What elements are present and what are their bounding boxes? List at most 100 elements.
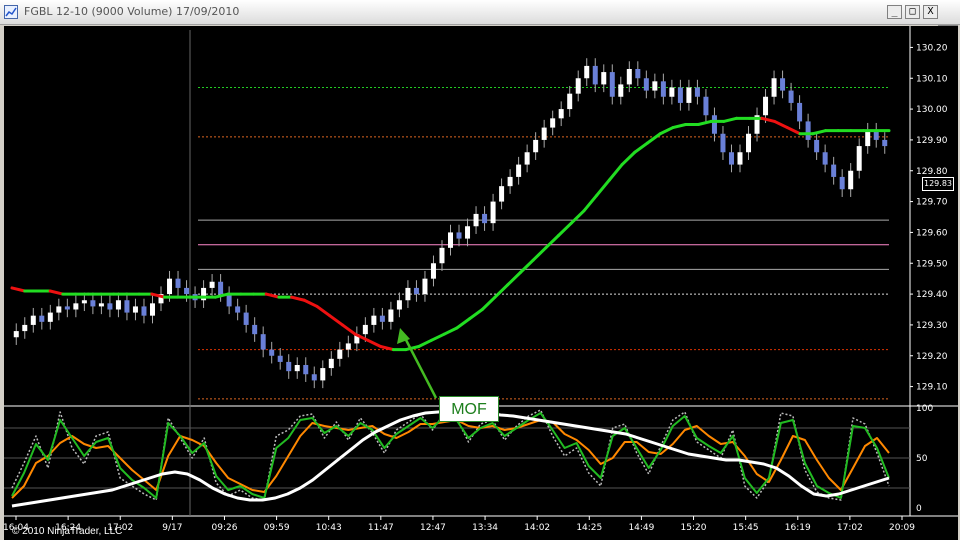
candle-body [831, 164, 837, 177]
candle-body [132, 306, 138, 313]
ema-line-segment [658, 126, 675, 136]
candle-body [175, 278, 181, 288]
candle-body [660, 81, 666, 97]
candle-body [81, 300, 87, 304]
ema-line-segment [582, 193, 599, 213]
price-tick-label: 130.00 [916, 105, 948, 115]
time-tick-label: 17:02 [837, 523, 863, 533]
candle-body [626, 69, 632, 85]
time-tick-label: 09:59 [264, 523, 290, 533]
candle-body [303, 365, 309, 375]
candle-body [141, 306, 147, 316]
candle-body [456, 232, 462, 239]
candle-body [252, 324, 258, 335]
candle-body [737, 152, 743, 165]
candle-body [439, 247, 445, 264]
ema-line-segment [595, 178, 611, 197]
candle-body [822, 152, 828, 165]
candle-body [609, 72, 615, 97]
candle-body [482, 213, 488, 224]
time-tick-label: 9/17 [162, 523, 182, 533]
candle-body [643, 78, 649, 91]
ema-line-segment [811, 129, 827, 136]
candle-body [243, 312, 249, 325]
time-tick-label: 14:02 [524, 523, 550, 533]
candle-body [337, 349, 343, 359]
candle-body [567, 93, 573, 110]
ema-line-segment [366, 338, 383, 348]
candle-body [507, 176, 513, 187]
candle-body [269, 349, 275, 356]
close-button[interactable]: X [923, 5, 938, 19]
candle-body [703, 96, 709, 116]
candle-body [763, 96, 769, 116]
ema-line-segment [620, 150, 637, 167]
candle-body [550, 118, 556, 128]
candle-body [39, 315, 45, 322]
price-tick-label: 129.90 [916, 136, 948, 146]
candle-body [362, 324, 368, 335]
price-tick-label: 130.20 [916, 43, 948, 53]
candle-body [780, 78, 786, 91]
candle-body [294, 365, 300, 372]
candle-body [541, 127, 547, 140]
candle-body [209, 281, 215, 288]
ema-line-segment [785, 126, 802, 136]
chart-app-icon [4, 4, 18, 19]
stochastic-slow-line [11, 419, 890, 499]
candle-body [465, 226, 471, 239]
candle-body [149, 303, 155, 316]
candle-body [686, 87, 692, 103]
ema-line-segment [773, 119, 789, 130]
ema-line-segment [671, 123, 688, 130]
time-tick-label: 15:45 [733, 523, 759, 533]
candle-body [601, 72, 607, 85]
price-chart[interactable]: 130.20 130.10 130.00 129.90 129.80 129.70 129.… [4, 26, 958, 540]
candle-body [669, 87, 675, 97]
candle-body [396, 300, 402, 310]
ema-line-segment [417, 338, 433, 348]
candle-body [516, 164, 522, 177]
minimize-button[interactable]: _ [887, 5, 902, 19]
maximize-button[interactable]: □ [905, 5, 920, 19]
ema-line-segment [340, 323, 357, 336]
price-tick-label: 129.40 [916, 290, 948, 300]
candle-body [90, 300, 96, 307]
ema-line-segment [518, 258, 535, 274]
candle-body [499, 186, 505, 202]
candle-body [839, 176, 845, 190]
candle-body [13, 331, 19, 338]
ema-line-segment [328, 314, 344, 327]
candle-body [677, 87, 683, 103]
ema-line-segment [722, 116, 738, 123]
chart-area[interactable]: 130.20 130.10 130.00 129.90 129.80 129.70 129.… [4, 26, 958, 540]
candle-body [277, 355, 283, 362]
ema-line-segment [544, 234, 561, 250]
candle-body [814, 139, 820, 153]
ema-line-segment [48, 289, 65, 296]
ema-line-segment [557, 221, 573, 237]
ema-line-segment [213, 292, 230, 299]
candle-body [430, 263, 436, 279]
candle-body [56, 306, 62, 313]
ema-line-segment [429, 332, 446, 342]
candle-body [226, 294, 232, 307]
time-tick-label: 16:19 [785, 523, 811, 533]
ema-line-segment [569, 209, 586, 225]
ema-line-segment [442, 326, 459, 336]
title-bar[interactable]: FGBL 12-10 (9000 Volume) 17/09/2010 _ □ … [0, 0, 960, 25]
ema-line-segment [455, 317, 472, 330]
candle-body [882, 139, 888, 147]
price-tick-label: 129.20 [916, 352, 948, 362]
candle-body [388, 309, 394, 322]
ema-line-segment [493, 283, 510, 299]
candle-body [328, 358, 334, 369]
time-tick-label: 10:43 [316, 523, 342, 533]
time-tick-label: 20:09 [889, 523, 915, 533]
candle-body [797, 102, 803, 122]
stochastic-fast-line [11, 412, 890, 499]
ema-line-segment [290, 295, 306, 302]
candle-body [260, 334, 266, 350]
candle-body [73, 303, 79, 310]
time-tick-label: 11:47 [368, 523, 394, 533]
